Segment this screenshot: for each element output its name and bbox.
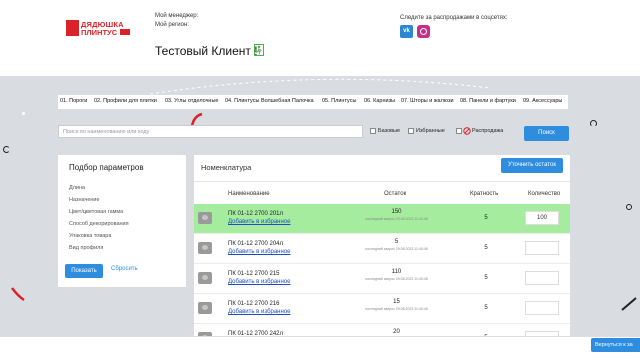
product-name: ПК 01-12 2700 204л: [228, 241, 284, 247]
decor-dot: [590, 120, 597, 127]
logo-mark-icon: [66, 20, 79, 36]
logo[interactable]: ДЯДЮШКА ПЛИНТУС: [66, 20, 136, 38]
favorites-checkbox[interactable]: [408, 128, 414, 134]
search-button[interactable]: Поиск: [524, 126, 569, 141]
quantity-input[interactable]: [525, 271, 559, 285]
multiplicity-value: 5: [484, 245, 488, 251]
favorites-checkbox-label: Избранные: [416, 128, 445, 134]
nomenclature-title: Номенклатура: [201, 163, 252, 172]
social-label: Следите за распродажами в соцсетях:: [400, 15, 508, 21]
decor-dot: [22, 112, 25, 115]
region-label: Мой регион:: [155, 22, 189, 28]
decor-swirl: [11, 287, 25, 302]
stock-last-request: последний запрос 29.08.2023 11:40:48: [365, 307, 428, 311]
stock-value: 20: [393, 329, 400, 335]
manager-label: Мой менеджер:: [155, 13, 199, 19]
stock-value: 15: [393, 299, 400, 305]
sale-checkbox-label: Распродажа: [472, 128, 504, 134]
product-image-icon[interactable]: [198, 242, 212, 254]
sale-icon: [463, 127, 471, 135]
add-to-favorites-link[interactable]: Добавить в избранное: [228, 249, 290, 255]
category-item[interactable]: 02. Профили для плитки: [94, 98, 157, 104]
table-row: ПК 01-12 2700 216 Добавить в избранное 1…: [194, 294, 570, 324]
column-header-stock: Остаток: [384, 191, 407, 197]
bottom-bar: [0, 336, 640, 360]
category-item[interactable]: 08. Панели и фартуки: [460, 98, 516, 104]
filter-item[interactable]: Назначение: [69, 197, 100, 203]
category-item[interactable]: 06. Карнизы: [364, 98, 395, 104]
quantity-input[interactable]: [525, 241, 559, 255]
category-item[interactable]: 01. Пороги: [60, 98, 87, 104]
add-to-favorites-link[interactable]: Добавить в избранное: [228, 309, 290, 315]
filter-item[interactable]: Способ декорирования: [69, 221, 129, 227]
nomenclature-panel: Номенклатура Наименование Остаток Кратно…: [194, 155, 570, 360]
product-name: ПК 01-12 2700 201л: [228, 211, 284, 217]
decor-dot: [3, 146, 10, 153]
filter-item[interactable]: Цвет/цветовая гамма: [69, 209, 123, 215]
logo-tag-icon: [120, 29, 130, 35]
column-header-quantity: Количество: [528, 191, 561, 197]
search-input[interactable]: Поиск по наименованию или коду: [58, 125, 363, 138]
reset-link[interactable]: Сбросить: [111, 266, 138, 272]
check-stock-button[interactable]: Уточнить остаток: [501, 158, 563, 173]
filters-panel: Подбор параметров Длина Назначение Цвет/…: [58, 155, 186, 287]
add-to-favorites-link[interactable]: Добавить в избранное: [228, 279, 290, 285]
basic-checkbox-label: Базовые: [378, 128, 401, 134]
header: ДЯДЮШКА ПЛИНТУС Мой менеджер: Мой регион…: [0, 0, 640, 76]
table-row: ПК 01-12 2700 215 Добавить в избранное 1…: [194, 264, 570, 294]
filters-title: Подбор параметров: [69, 163, 144, 172]
add-to-favorites-link[interactable]: Добавить в избранное: [228, 219, 290, 225]
product-image-icon[interactable]: [198, 302, 212, 314]
sale-checkbox[interactable]: [456, 128, 462, 134]
logo-line2: ПЛИНТУС: [81, 28, 118, 37]
decor-arc: [621, 297, 637, 311]
filter-item[interactable]: Длина: [69, 185, 85, 191]
stock-last-request: последний запрос 29.08.2023 11:40:48: [365, 247, 428, 251]
back-button[interactable]: Вернуться к за: [591, 338, 640, 352]
category-item[interactable]: 07. Шторы и жалюзи: [401, 98, 454, 104]
filter-item[interactable]: Вид профиля: [69, 245, 103, 251]
category-item[interactable]: 05. Плинтусы: [322, 98, 356, 104]
category-item[interactable]: 04. Плинтусы Волшебная Палочка: [225, 98, 314, 104]
stock-value: 110: [391, 269, 402, 275]
quantity-input[interactable]: 100: [525, 211, 559, 225]
category-item[interactable]: 03. Углы отделочные: [165, 98, 218, 104]
instagram-icon[interactable]: [417, 25, 430, 38]
vk-icon[interactable]: vk: [400, 25, 413, 38]
stock-value: 5: [394, 239, 399, 245]
column-header-multiplicity: Кратность: [470, 191, 499, 197]
table-row: ПК 01-12 2700 201л Добавить в избранное …: [194, 204, 570, 234]
divider: [194, 181, 570, 182]
decor-line: [150, 78, 490, 95]
basic-checkbox[interactable]: [370, 128, 376, 134]
product-name: ПК 01-12 2700 216: [228, 301, 280, 307]
stock-last-request: последний запрос 29.08.2023 11:40:48: [365, 277, 428, 281]
product-image-icon[interactable]: [198, 272, 212, 284]
stock-value: 150: [391, 209, 402, 215]
category-bar: 01. Пороги 02. Профили для плитки 03. Уг…: [58, 95, 568, 109]
quantity-input[interactable]: [525, 301, 559, 315]
stock-last-request: последний запрос 29.08.2023 11:40:48: [365, 217, 428, 221]
decor-dot: [626, 204, 632, 210]
filter-item[interactable]: Упаковка товара: [69, 233, 111, 239]
multiplicity-value: 5: [484, 305, 488, 311]
show-button[interactable]: Показать: [65, 264, 103, 278]
table-row: ПК 01-12 2700 204л Добавить в избранное …: [194, 234, 570, 264]
category-item[interactable]: 09. Аксессуары: [523, 98, 562, 104]
multiplicity-value: 5: [484, 275, 488, 281]
column-header-name: Наименование: [228, 191, 270, 197]
product-name: ПК 01-12 2700 215: [228, 271, 280, 277]
product-image-icon[interactable]: [198, 212, 212, 224]
multiplicity-value: 5: [484, 215, 488, 221]
client-name: Тестовый Клиент !: [155, 44, 258, 58]
exit-icon[interactable]: [254, 44, 264, 56]
